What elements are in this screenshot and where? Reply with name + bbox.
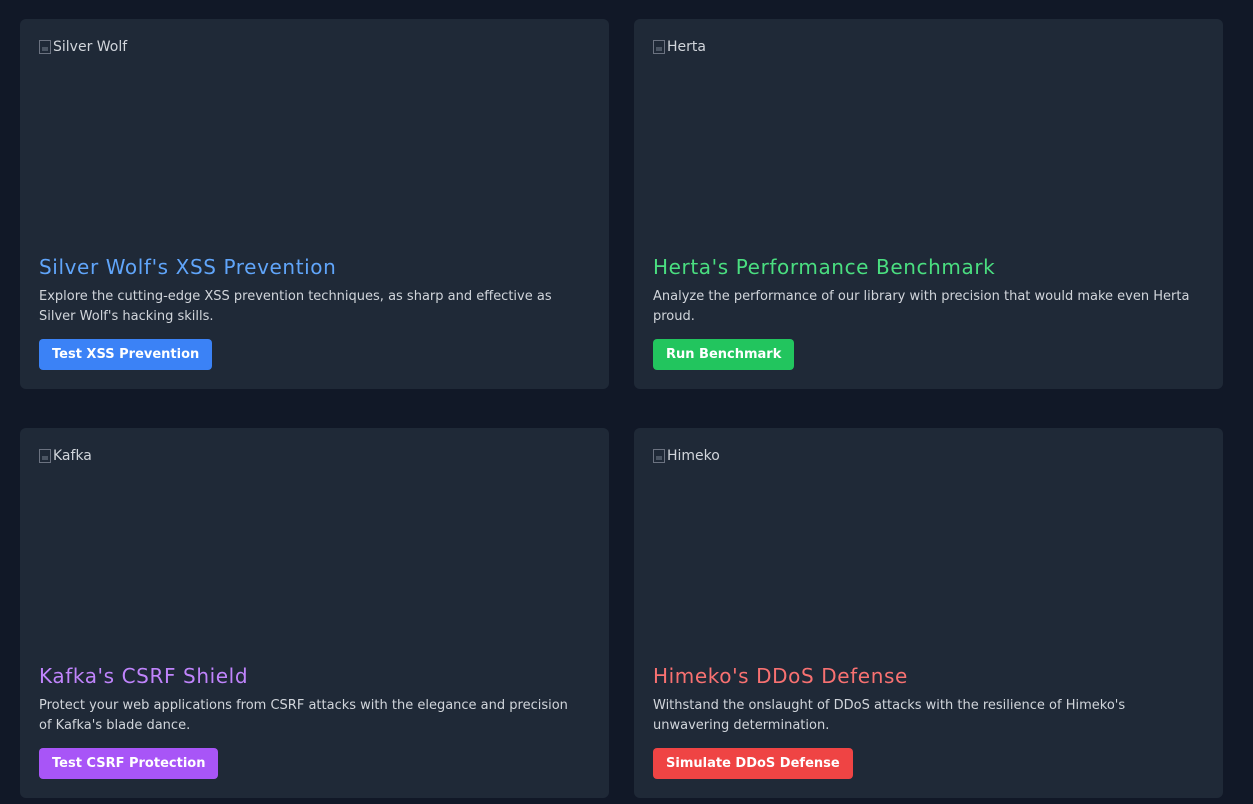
card-kafka: Kafka Kafka's CSRF Shield Protect your w… [20, 428, 609, 798]
card-himeko: Himeko Himeko's DDoS Defense Withstand t… [634, 428, 1223, 798]
card-description: Protect your web applications from CSRF … [39, 698, 568, 733]
silver-wolf-image: Silver Wolf [39, 39, 590, 239]
card-description: Explore the cutting-edge XSS prevention … [39, 289, 552, 324]
simulate-ddos-defense-button[interactable]: Simulate DDoS Defense [653, 748, 853, 779]
kafka-image: Kafka [39, 448, 590, 648]
card-title: Himeko's DDoS Defense [653, 664, 908, 688]
image-alt-text: Silver Wolf [53, 39, 128, 55]
card-title: Kafka's CSRF Shield [39, 664, 249, 688]
card-title: Herta's Performance Benchmark [653, 255, 996, 279]
himeko-image: Himeko [653, 448, 1204, 648]
broken-image-icon [39, 449, 51, 463]
card-silver-wolf: Silver Wolf Silver Wolf's XSS Prevention… [20, 19, 609, 389]
image-alt-text: Herta [667, 39, 706, 55]
image-alt-text: Himeko [667, 448, 720, 464]
broken-image-icon [653, 449, 665, 463]
card-title: Silver Wolf's XSS Prevention [39, 255, 337, 279]
card-description: Analyze the performance of our library w… [653, 289, 1190, 324]
card-herta: Herta Herta's Performance Benchmark Anal… [634, 19, 1223, 389]
herta-image: Herta [653, 39, 1204, 239]
broken-image-icon [39, 40, 51, 54]
run-benchmark-button[interactable]: Run Benchmark [653, 339, 795, 370]
test-csrf-protection-button[interactable]: Test CSRF Protection [39, 748, 219, 779]
card-description: Withstand the onslaught of DDoS attacks … [653, 698, 1126, 733]
broken-image-icon [653, 40, 665, 54]
test-xss-prevention-button[interactable]: Test XSS Prevention [39, 339, 213, 370]
image-alt-text: Kafka [53, 448, 92, 464]
